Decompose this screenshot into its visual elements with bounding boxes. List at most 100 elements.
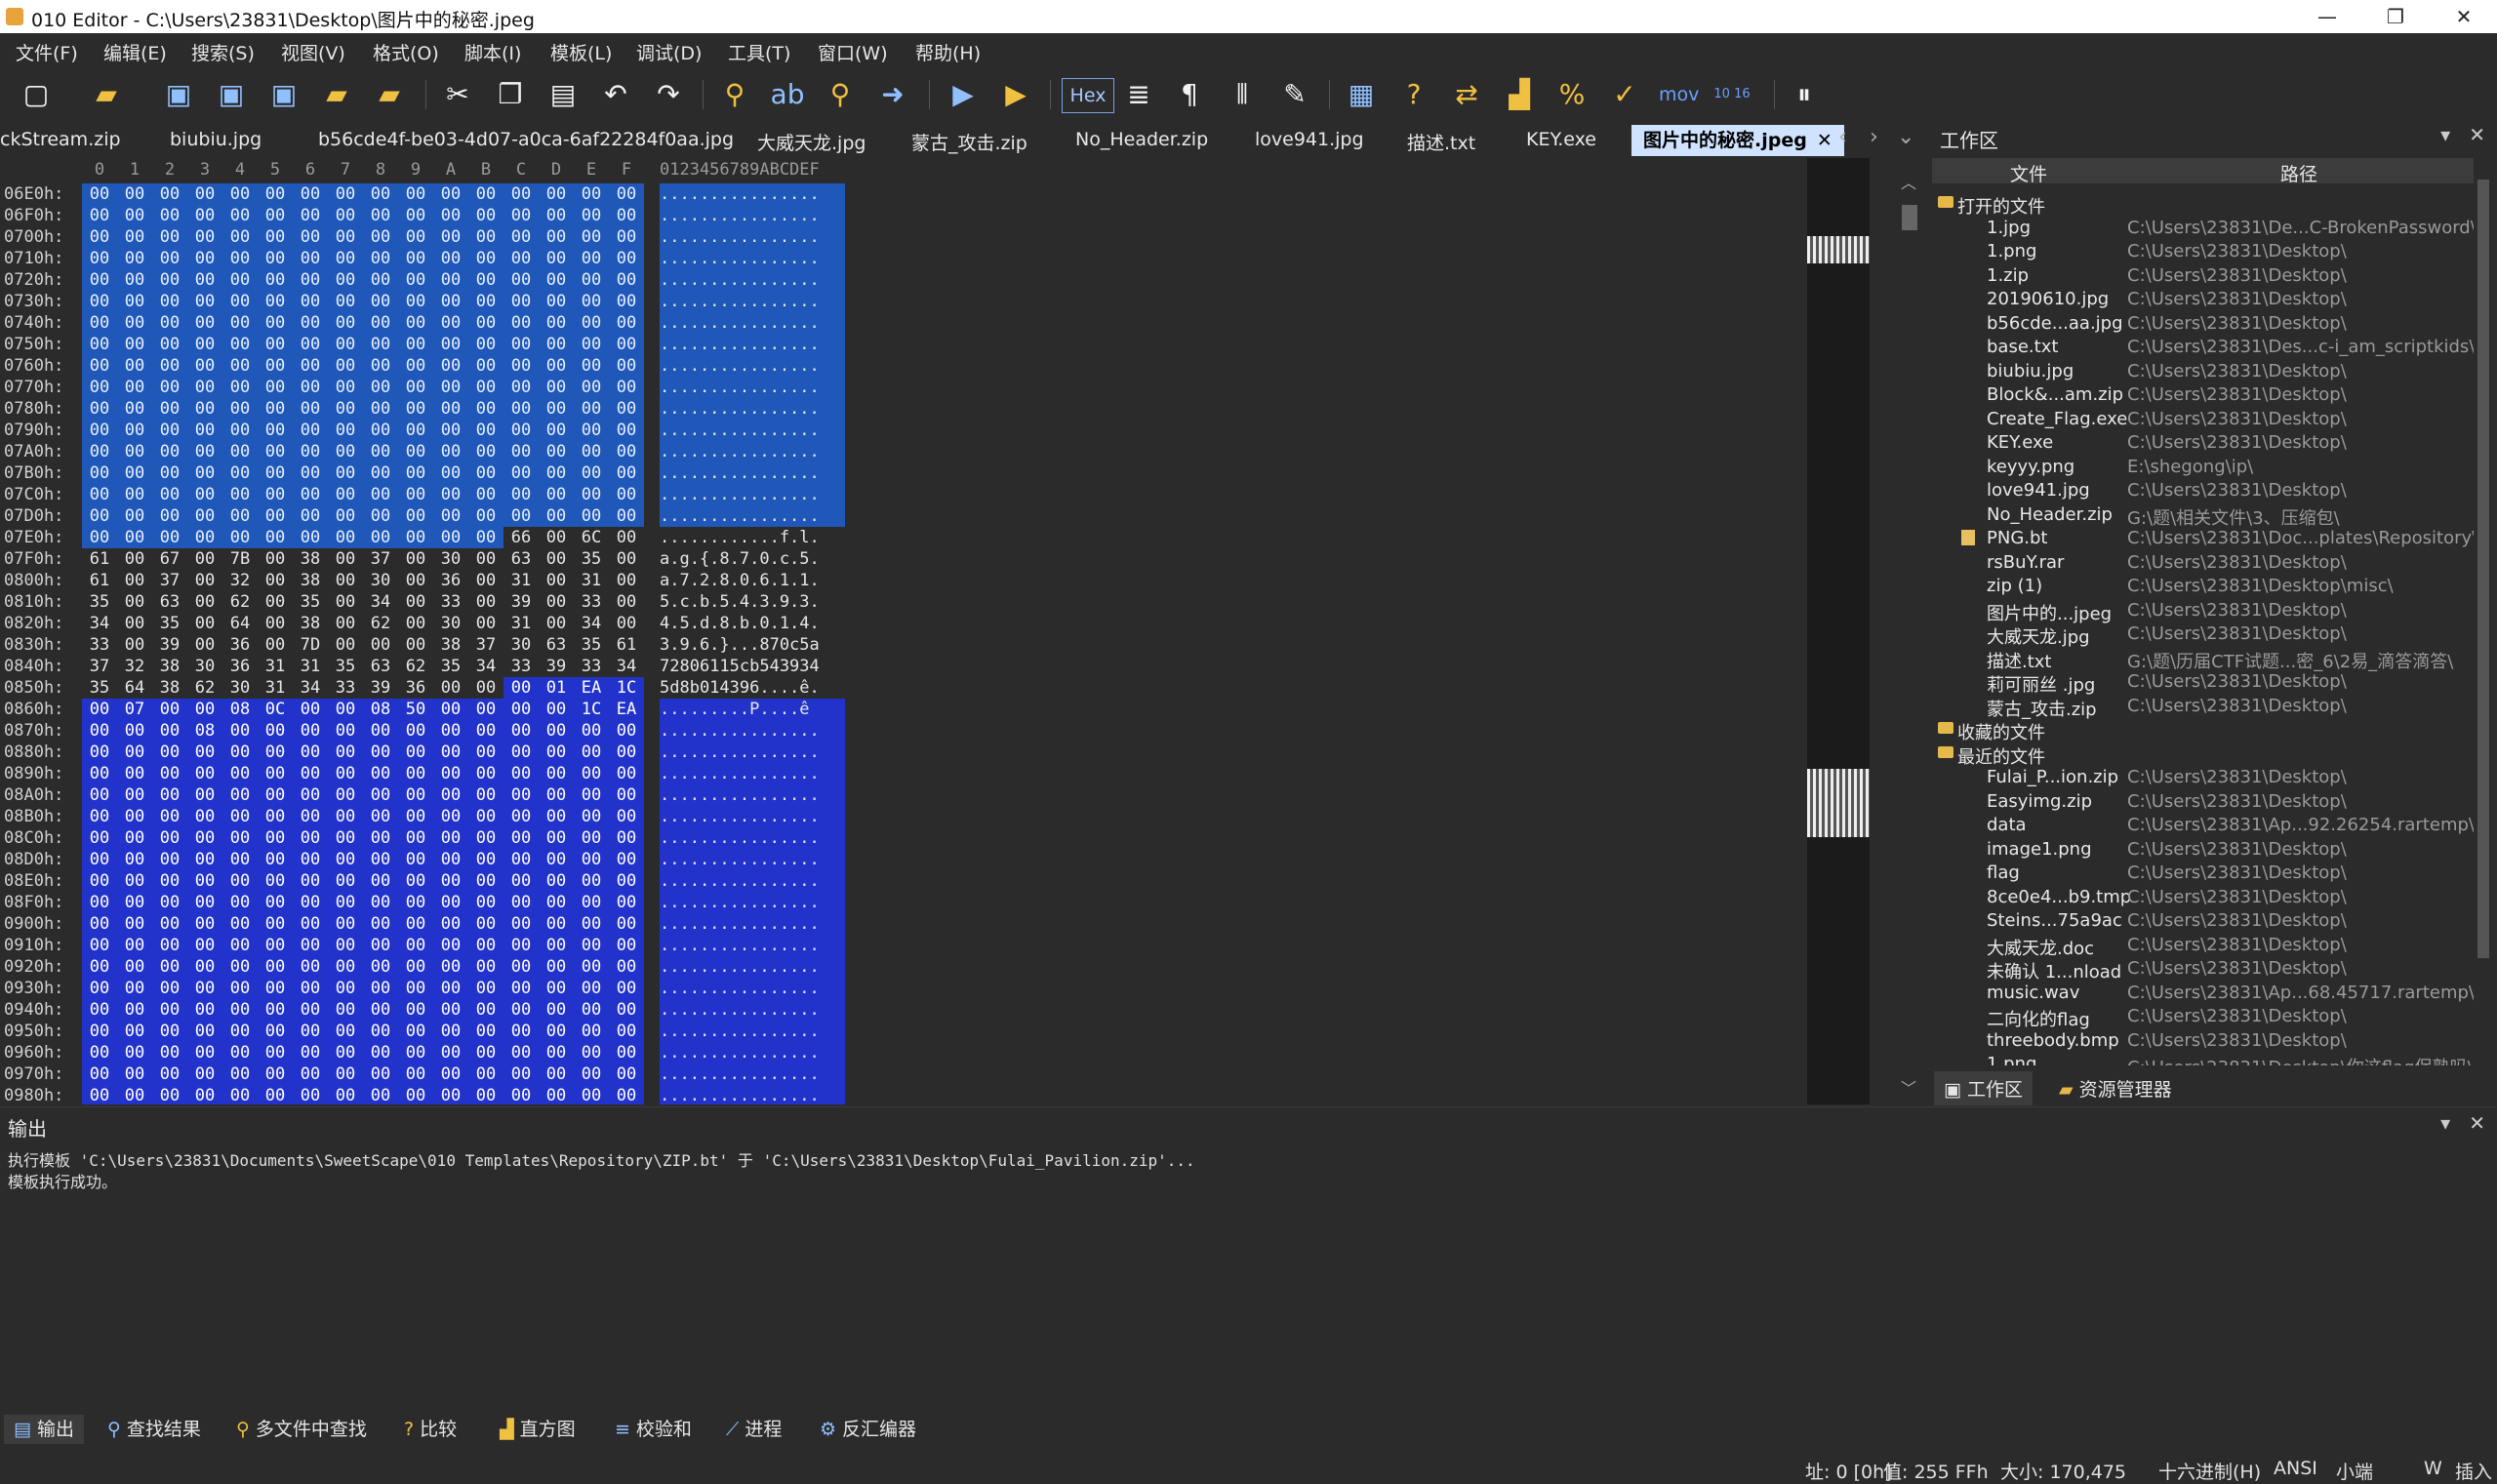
hex-byte[interactable]: 00 [258, 720, 293, 742]
hex-byte[interactable]: 00 [503, 505, 539, 527]
hex-byte[interactable]: 00 [398, 355, 433, 377]
hex-byte[interactable]: 00 [328, 806, 363, 827]
hex-byte[interactable]: 00 [609, 226, 644, 248]
hex-byte[interactable]: 00 [398, 226, 433, 248]
hex-byte[interactable]: 00 [222, 763, 258, 784]
hex-byte[interactable]: 00 [117, 226, 152, 248]
hex-byte[interactable]: 00 [293, 269, 328, 291]
hex-byte[interactable]: 00 [433, 1063, 468, 1085]
minimize-button[interactable]: — [2293, 0, 2361, 33]
ascii-text[interactable]: ................ [660, 334, 845, 355]
hex-byte[interactable]: 00 [539, 462, 574, 484]
ascii-text[interactable]: ................ [660, 763, 845, 784]
hex-byte[interactable]: 00 [117, 849, 152, 870]
hex-byte[interactable]: 00 [293, 334, 328, 355]
hex-byte[interactable]: 00 [328, 355, 363, 377]
hex-byte[interactable]: 00 [574, 806, 609, 827]
hex-byte[interactable]: 00 [82, 226, 117, 248]
hex-byte[interactable]: 00 [152, 420, 187, 441]
hex-byte[interactable]: 00 [152, 999, 187, 1021]
hex-byte[interactable]: 31 [503, 570, 539, 591]
workspace-file-item[interactable]: 大威天龙.doc C:\Users\23831\Desktop\ [1932, 935, 2474, 959]
tab-disassembler[interactable]: ⚙ 反汇编器 [810, 1415, 926, 1444]
hex-byte[interactable]: 00 [293, 441, 328, 462]
ascii-text[interactable]: ................ [660, 827, 845, 849]
hex-byte[interactable]: 00 [82, 398, 117, 420]
hex-byte[interactable]: 00 [222, 849, 258, 870]
hex-byte[interactable]: 63 [503, 548, 539, 570]
hex-byte[interactable]: 00 [539, 1021, 574, 1042]
hex-byte[interactable]: 00 [187, 484, 222, 505]
tab-file[interactable]: 蒙古_攻击.zip [911, 129, 1027, 155]
hex-byte[interactable]: 00 [468, 183, 503, 205]
hex-byte[interactable]: 00 [152, 806, 187, 827]
hex-byte[interactable]: 00 [433, 312, 468, 334]
hex-byte[interactable]: 00 [187, 956, 222, 978]
hex-byte[interactable]: 00 [258, 892, 293, 913]
tab-file[interactable]: love941.jpg [1255, 129, 1364, 150]
hex-byte[interactable]: 63 [363, 656, 398, 677]
hex-byte[interactable]: 39 [503, 591, 539, 613]
menu-search[interactable]: 搜索(S) [191, 39, 255, 65]
hex-byte[interactable]: 00 [187, 978, 222, 999]
hex-byte[interactable]: 00 [187, 784, 222, 806]
workspace-file-item[interactable]: biubiu.jpg C:\Users\23831\Desktop\ [1932, 361, 2474, 384]
hex-byte[interactable]: 00 [468, 935, 503, 956]
hex-byte[interactable]: 00 [82, 720, 117, 742]
hex-byte[interactable]: 00 [187, 591, 222, 613]
hex-byte[interactable]: 00 [609, 291, 644, 312]
hex-byte[interactable]: 33 [328, 677, 363, 699]
hex-byte[interactable]: 00 [398, 806, 433, 827]
hex-byte[interactable]: 00 [258, 978, 293, 999]
hex-byte[interactable]: 00 [433, 699, 468, 720]
hex-byte[interactable]: 00 [152, 1085, 187, 1104]
hex-byte[interactable]: 00 [468, 870, 503, 892]
hex-byte[interactable]: 00 [539, 334, 574, 355]
hex-byte[interactable]: 00 [328, 784, 363, 806]
hex-byte[interactable]: 00 [433, 935, 468, 956]
workspace-file-item[interactable]: Steins...75a9ac C:\Users\23831\Desktop\ [1932, 910, 2474, 934]
hex-byte[interactable]: 00 [117, 527, 152, 548]
hex-byte[interactable]: 00 [258, 742, 293, 763]
column-path[interactable]: 路径 [2280, 160, 2317, 186]
hex-byte[interactable]: 00 [468, 677, 503, 699]
hex-byte[interactable]: 00 [539, 935, 574, 956]
hex-byte[interactable]: 00 [433, 334, 468, 355]
hex-byte[interactable]: 36 [222, 656, 258, 677]
hex-byte[interactable]: 00 [468, 527, 503, 548]
hex-byte[interactable]: 00 [82, 978, 117, 999]
hex-editor[interactable]: 0123456789ABCDEF 0123456789ABCDEF 06E0h:… [0, 158, 1913, 1104]
hex-byte[interactable]: 00 [152, 484, 187, 505]
compare-icon[interactable]: ⇄ [1448, 76, 1485, 113]
hex-byte[interactable]: 34 [609, 656, 644, 677]
mov-button[interactable]: mov [1659, 76, 1699, 113]
hex-byte[interactable]: 35 [82, 677, 117, 699]
ascii-text[interactable]: ................ [660, 806, 845, 827]
hex-byte[interactable]: 00 [82, 763, 117, 784]
hex-byte[interactable]: 00 [609, 420, 644, 441]
hex-byte[interactable]: 00 [398, 763, 433, 784]
base-convert-button[interactable]: 10 16 [1713, 76, 1751, 113]
workspace-file-item[interactable]: zip (1) C:\Users\23831\Desktop\misc\ [1932, 576, 2474, 599]
hex-byte[interactable]: 00 [152, 1021, 187, 1042]
hex-byte[interactable]: 00 [117, 312, 152, 334]
hex-byte[interactable]: 00 [398, 1021, 433, 1042]
hex-byte[interactable]: 37 [152, 570, 187, 591]
hex-byte[interactable]: 00 [503, 956, 539, 978]
hex-byte[interactable]: 00 [539, 355, 574, 377]
hex-byte[interactable]: 00 [609, 935, 644, 956]
workspace-file-item[interactable]: KEY.exe C:\Users\23831\Desktop\ [1932, 432, 2474, 456]
hex-byte[interactable]: 00 [328, 441, 363, 462]
hex-byte[interactable]: 00 [433, 462, 468, 484]
hex-byte[interactable]: 00 [328, 291, 363, 312]
hex-byte[interactable]: 35 [82, 591, 117, 613]
hex-byte[interactable]: 00 [152, 183, 187, 205]
tab-compare[interactable]: ? 比较 [394, 1415, 466, 1444]
hex-byte[interactable]: 00 [117, 806, 152, 827]
hex-byte[interactable]: 00 [363, 205, 398, 226]
hex-byte[interactable]: 00 [398, 999, 433, 1021]
pause-icon[interactable]: ⏸ [1786, 76, 1823, 113]
hex-mode-button[interactable]: Hex [1062, 78, 1114, 113]
hex-byte[interactable]: 00 [117, 892, 152, 913]
hex-byte[interactable]: EA [609, 699, 644, 720]
